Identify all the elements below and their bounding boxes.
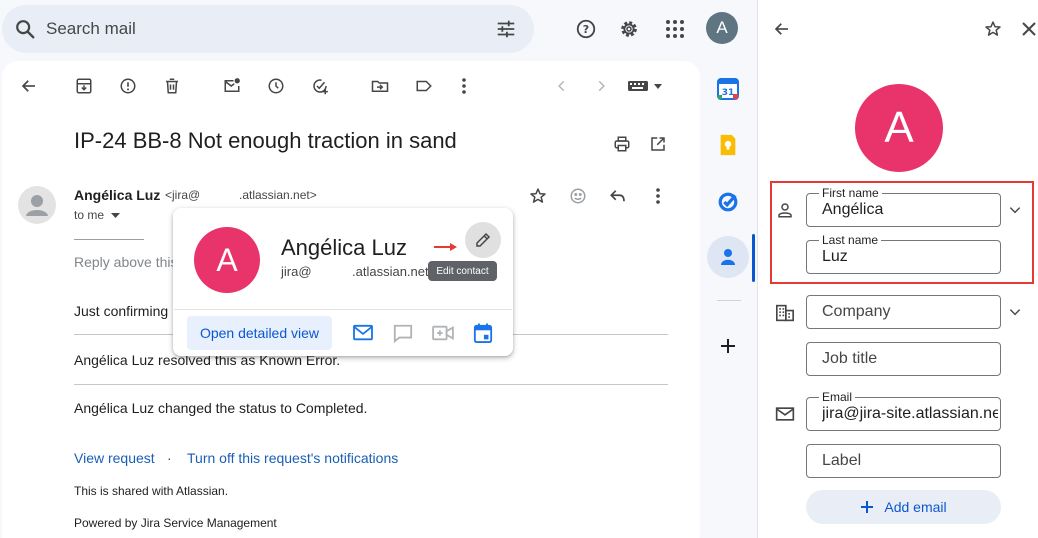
settings-gear-icon[interactable] (617, 17, 641, 41)
move-to-folder-icon[interactable] (369, 75, 391, 97)
sender-email-prefix: <jira@ (165, 188, 201, 202)
first-name-value: Angélica (822, 201, 884, 218)
reply-arrow-icon[interactable] (607, 185, 629, 207)
google-contacts-icon (716, 245, 740, 269)
sender-email-suffix: .atlassian.net> (239, 188, 317, 202)
shared-notice: This is shared with Atlassian. (74, 484, 229, 498)
last-name-value: Luz (822, 248, 848, 265)
expand-name-chevron-icon[interactable] (1005, 200, 1025, 220)
active-app-indicator (752, 234, 755, 282)
hover-card-email-prefix: jira@ (281, 264, 312, 279)
turn-off-notifications-link[interactable]: Turn off this request's notifications (187, 450, 398, 466)
view-request-link[interactable]: View request (74, 450, 155, 466)
sender-name[interactable]: Angélica Luz (74, 187, 160, 203)
svg-text:?: ? (583, 23, 589, 36)
search-options-icon[interactable] (494, 17, 518, 41)
hover-card-divider (174, 309, 512, 310)
add-app-plus-icon[interactable] (716, 334, 740, 358)
hover-card-email-suffix: .atlassian.net (352, 264, 429, 279)
open-new-window-icon[interactable] (647, 133, 669, 155)
mark-unread-icon[interactable] (221, 75, 243, 97)
account-avatar[interactable]: A (706, 12, 738, 44)
hover-card-name: Angélica Luz (281, 235, 407, 260)
star-icon[interactable] (527, 185, 549, 207)
job-title-placeholder: Job title (822, 350, 878, 367)
open-detailed-view-button[interactable]: Open detailed view (187, 316, 332, 350)
company-field[interactable]: Company (806, 295, 1001, 329)
keyboard-input-icon[interactable] (626, 77, 666, 95)
schedule-calendar-icon[interactable] (471, 321, 495, 345)
search-icon[interactable] (12, 17, 38, 41)
snooze-clock-icon[interactable] (265, 75, 287, 97)
add-email-button[interactable]: Add email (806, 490, 1001, 524)
recipient-dropdown-icon[interactable] (109, 210, 121, 222)
svg-text:31: 31 (722, 88, 735, 98)
company-placeholder: Company (822, 303, 891, 320)
help-icon[interactable]: ? (574, 17, 598, 41)
google-keep-icon[interactable] (716, 133, 740, 157)
contact-avatar[interactable]: A (855, 84, 943, 172)
edit-contact-tooltip: Edit contact (428, 261, 497, 281)
print-icon[interactable] (611, 133, 633, 155)
add-reaction-emoji-icon[interactable] (567, 185, 589, 207)
archive-icon[interactable] (73, 75, 95, 97)
hover-card-avatar: A (194, 227, 260, 293)
sender-avatar[interactable] (18, 186, 56, 224)
email-subject: IP-24 BB-8 Not enough traction in sand (74, 128, 457, 153)
email-type-label-field[interactable]: Label (806, 444, 1001, 478)
person-icon (774, 199, 796, 221)
close-icon[interactable] (1018, 18, 1038, 40)
powered-by: Powered by Jira Service Management (74, 516, 277, 530)
link-separator-dot: · (167, 450, 172, 466)
job-title-field[interactable]: Job title (806, 342, 1001, 376)
company-building-icon (774, 302, 796, 324)
chat-bubble-icon[interactable] (391, 321, 415, 345)
email-field[interactable]: Email jira@jira-site.atlassian.net (806, 390, 1001, 431)
reply-separator-line (74, 239, 144, 240)
body-line-confirming: Just confirming (74, 303, 169, 319)
plus-icon (860, 500, 874, 514)
more-vertical-icon[interactable] (453, 75, 475, 97)
google-tasks-icon[interactable] (716, 190, 740, 214)
last-name-field[interactable]: Last name Luz (806, 233, 1001, 274)
email-value: jira@jira-site.atlassian.net (822, 405, 998, 422)
expand-company-chevron-icon[interactable] (1005, 302, 1025, 322)
pencil-edit-icon (473, 230, 493, 250)
recipient-to-me[interactable]: to me (74, 208, 104, 222)
red-arrow-pointer-icon (434, 240, 458, 254)
label-tag-icon[interactable] (413, 75, 435, 97)
newer-chevron-left-icon[interactable] (552, 75, 572, 97)
video-call-icon[interactable] (431, 321, 455, 345)
send-email-icon[interactable] (351, 321, 375, 345)
favorite-star-icon[interactable] (982, 18, 1004, 40)
add-to-tasks-icon[interactable] (309, 75, 331, 97)
reply-above-text: Reply above this (74, 254, 178, 270)
body-line-status: Angélica Luz changed the status to Compl… (74, 400, 368, 416)
edit-contact-button[interactable] (465, 222, 501, 258)
search-input[interactable]: Search mail (46, 5, 136, 53)
delete-trash-icon[interactable] (161, 75, 183, 97)
panel-back-arrow-icon[interactable] (771, 18, 793, 40)
label-placeholder: Label (822, 452, 862, 469)
first-name-field[interactable]: First name Angélica (806, 186, 1001, 227)
apps-grid-icon[interactable] (663, 17, 687, 41)
message-more-icon[interactable] (647, 185, 669, 207)
back-arrow-icon[interactable] (18, 75, 40, 97)
report-spam-icon[interactable] (117, 75, 139, 97)
apps-strip-divider (717, 300, 741, 301)
body-divider (74, 384, 668, 385)
email-envelope-icon (774, 403, 796, 425)
older-chevron-right-icon[interactable] (591, 75, 611, 97)
google-calendar-icon[interactable]: 31 (716, 77, 740, 101)
